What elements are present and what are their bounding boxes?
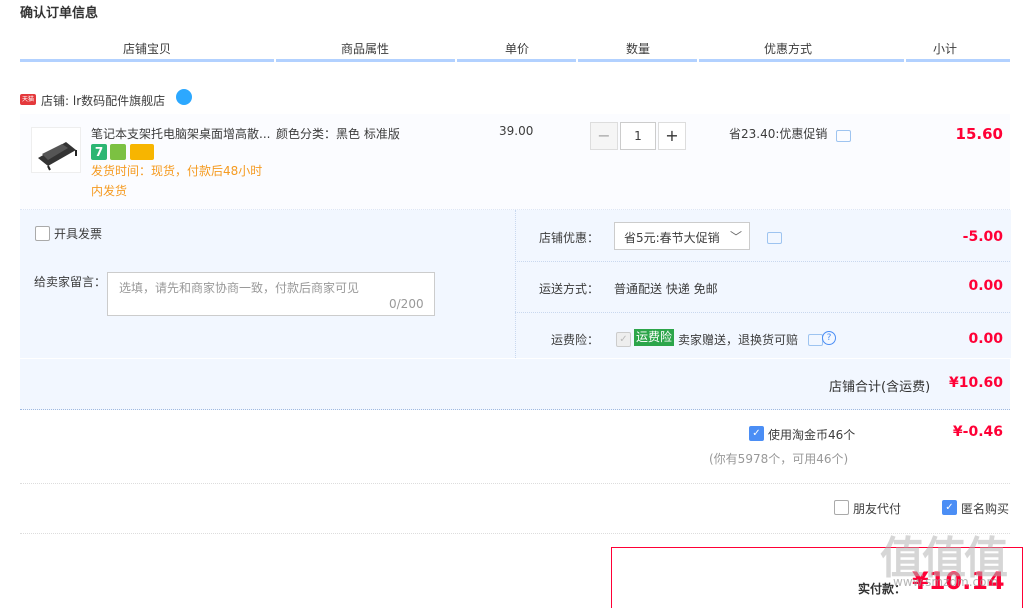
insurance-label: 运费险： [551,333,600,347]
product-attributes: 颜色分类：黑色 标准版 [276,127,400,141]
header-divider [457,59,576,62]
shop-discount-amount: -5.00 [962,229,1003,245]
anonymous-label: 匿名购买 [961,502,1010,516]
shipping-value: 普通配送 快递 免邮 [614,282,718,296]
anonymous-checkbox[interactable]: ✓ [942,500,957,515]
insurance-value: 卖家赠送，退换货可赔 [678,333,799,347]
header-divider [699,59,904,62]
qty-decrease-button[interactable]: − [590,122,618,150]
header-divider [20,59,274,62]
memo-label: 给卖家留言： [34,275,107,289]
qty-increase-button[interactable]: + [658,122,686,150]
discount-info-icon[interactable] [767,232,782,244]
column-header-discount: 优惠方式 [764,42,813,56]
quantity-stepper: − 1 + [590,122,686,150]
help-icon[interactable]: ? [822,331,836,345]
shop-discount-label: 店铺优惠： [539,231,600,245]
coins-label: 使用淘金币46个 [768,428,856,442]
coins-amount: ¥-0.46 [952,424,1003,440]
unit-price: 39.00 [499,124,534,138]
friend-pay-checkbox[interactable] [834,500,849,515]
column-header-quantity: 数量 [626,42,651,56]
insurance-checkbox: ✓ [616,332,631,347]
product-thumbnail[interactable] [31,127,81,173]
divider [20,533,1010,535]
divider [515,312,1010,314]
chevron-down-icon: ﹀ [730,230,743,244]
coins-checkbox[interactable]: ✓ [749,426,764,441]
item-promo: 省23.40:优惠促销 [729,127,828,141]
shipping-amount: 0.00 [968,278,1003,294]
page-title: 确认订单信息 [20,6,99,21]
memo-placeholder: 选填，请先和商家协商一致，付款后商家可见 [119,281,360,295]
shop-total-amount: ¥10.60 [948,375,1003,391]
promo-info-icon[interactable] [836,130,851,142]
insurance-chat-icon[interactable] [808,334,823,346]
insurance-tag: 运费险 [634,329,675,346]
column-header-subtotal: 小计 [933,42,958,56]
invoice-checkbox[interactable] [35,226,50,241]
column-header-unit-price: 单价 [505,42,530,56]
friend-pay-label: 朋友代付 [853,502,902,516]
shipping-time-cont: 内发货 [91,184,128,198]
column-header-attributes: 商品属性 [341,42,390,56]
header-divider [276,59,455,62]
shipping-time: 发货时间：现货，付款后48小时 [91,164,263,178]
guarantee-icon [110,144,126,160]
header-divider [578,59,697,62]
shop-name-link[interactable]: 店铺: lr数码配件旗舰店 [41,92,165,109]
item-subtotal: 15.60 [955,125,1003,143]
shop-total-label: 店铺合计(含运费) [829,380,931,395]
watermark-url: www.smzdm.com [893,575,999,589]
column-header-product: 店铺宝贝 [123,42,172,56]
qty-input[interactable]: 1 [620,122,656,150]
shipping-label: 运送方式： [539,282,600,296]
coins-note: (你有5978个，可用46个) [709,452,849,466]
tmall-icon: 天猫 [20,94,36,105]
invoice-label: 开具发票 [54,227,103,241]
shop-discount-value: 省5元:春节大促销 [624,231,720,245]
chat-bubble-icon[interactable] [176,89,192,105]
product-title-link[interactable]: 笔记本支架托电脑架桌面增高散... [91,125,276,142]
memo-char-count: 0/200 [389,297,424,311]
header-divider [906,59,1010,62]
divider [515,261,1010,263]
divider [20,483,1010,485]
seven-day-return-icon: 7 [91,144,107,160]
credit-card-icon [130,144,154,160]
insurance-amount: 0.00 [968,331,1003,347]
